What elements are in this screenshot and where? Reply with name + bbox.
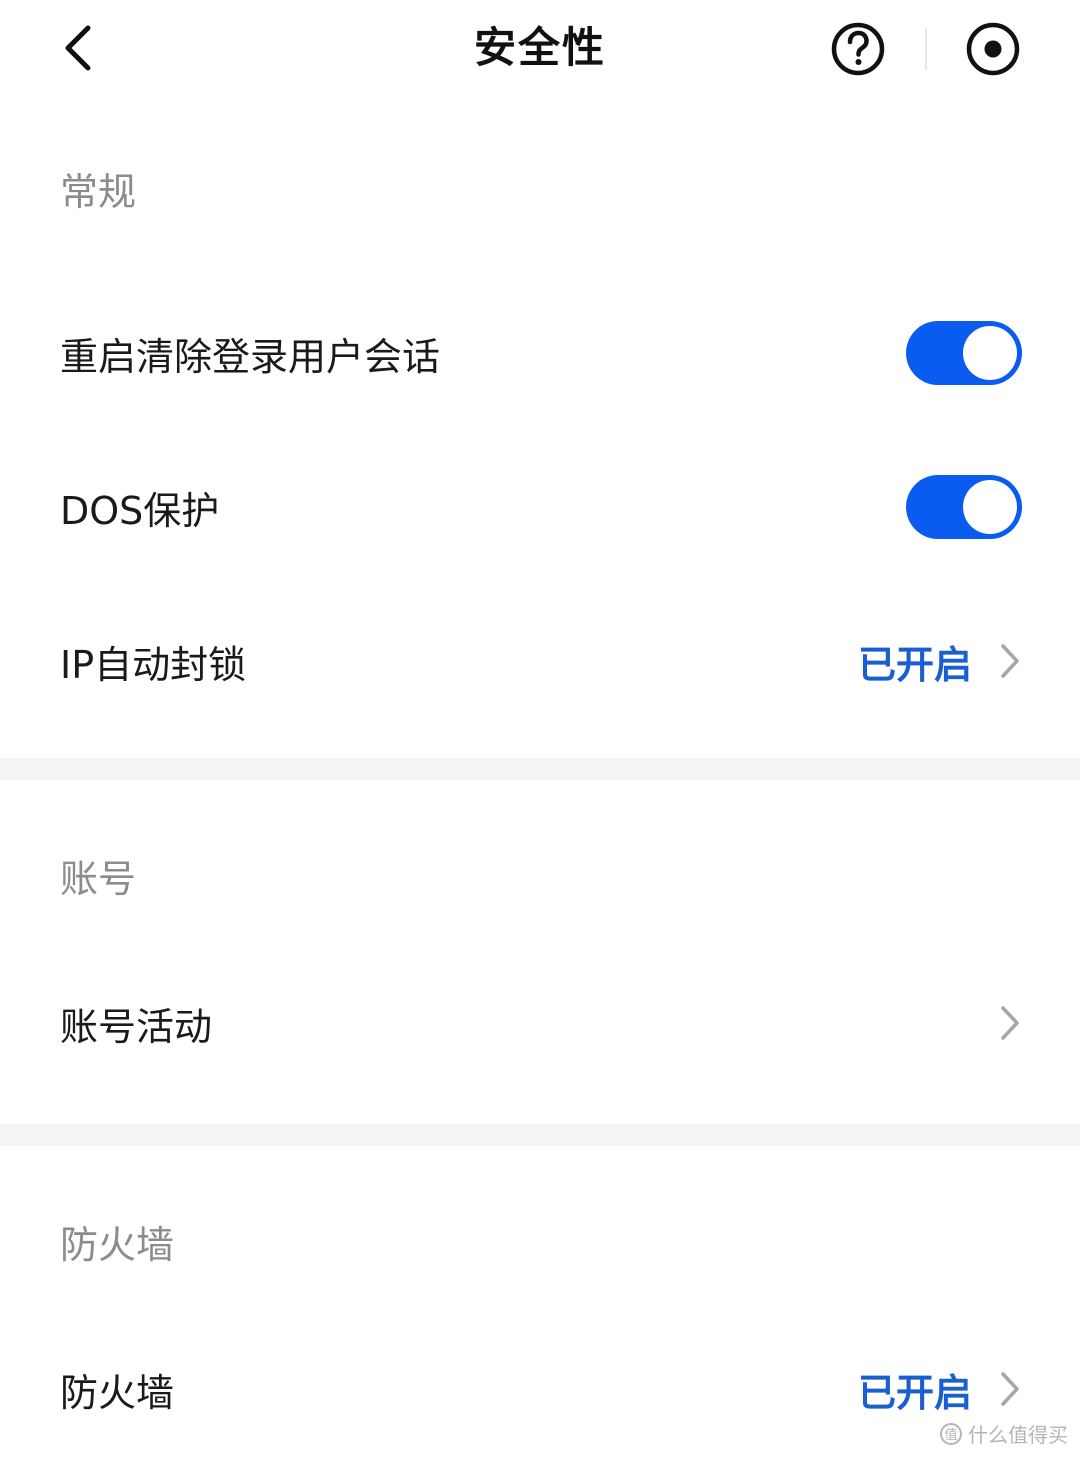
section-title-firewall: 防火墙	[60, 1222, 175, 1267]
app-header: 安全性	[0, 0, 1080, 100]
toggle-knob	[963, 480, 1017, 534]
setting-label: 账号活动	[60, 1004, 213, 1049]
watermark: 值 什么值得买	[940, 1419, 1068, 1448]
question-circle-icon	[831, 22, 885, 76]
header-divider	[925, 28, 927, 70]
setting-row-reboot-clear-sessions[interactable]: 重启清除登录用户会话	[0, 276, 1080, 430]
setting-label: 重启清除登录用户会话	[60, 334, 441, 379]
setting-label: 防火墙	[60, 1370, 175, 1415]
chevron-right-icon	[998, 641, 1022, 681]
status-value: 已开启	[857, 642, 972, 687]
watermark-text: 什么值得买	[968, 1423, 1068, 1447]
section-title-general: 常规	[60, 169, 137, 214]
setting-row-dos-protection[interactable]: DOS保护	[0, 430, 1080, 584]
page-title: 安全性	[473, 23, 606, 72]
chevron-right-icon	[998, 1369, 1022, 1409]
section-gap	[0, 1124, 1080, 1146]
section-title-account: 账号	[60, 856, 137, 901]
chevron-right-icon	[998, 1003, 1022, 1043]
help-button[interactable]	[829, 20, 887, 78]
reboot-clear-sessions-toggle[interactable]	[906, 321, 1022, 385]
section-gap	[0, 758, 1080, 780]
setting-label: IP自动封锁	[60, 642, 247, 687]
setting-row-firewall[interactable]: 防火墙 已开启	[0, 1336, 1080, 1442]
toggle-knob	[963, 326, 1017, 380]
setting-row-account-activity[interactable]: 账号活动	[0, 970, 1080, 1076]
status-value: 已开启	[857, 1370, 972, 1415]
watermark-logo-icon: 值	[940, 1422, 962, 1445]
setting-row-ip-auto-block[interactable]: IP自动封锁 已开启	[0, 584, 1080, 738]
dos-protection-toggle[interactable]	[906, 475, 1022, 539]
record-circle-icon	[966, 22, 1020, 76]
record-button[interactable]	[964, 20, 1022, 78]
setting-label: DOS保护	[60, 488, 220, 533]
